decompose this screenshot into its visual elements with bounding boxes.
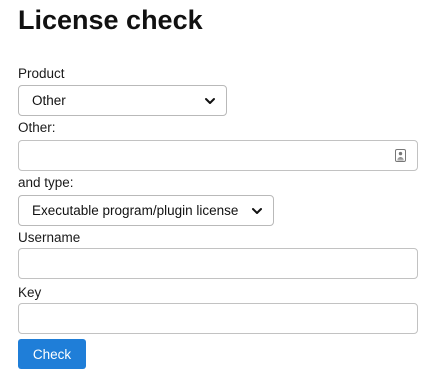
other-input[interactable] <box>19 141 417 170</box>
other-label: Other: <box>18 120 56 135</box>
other-field[interactable] <box>18 140 418 171</box>
chevron-down-icon <box>251 205 263 217</box>
username-field[interactable] <box>18 248 418 279</box>
key-field[interactable] <box>18 303 418 334</box>
username-input[interactable] <box>19 249 417 278</box>
product-label: Product <box>18 66 65 81</box>
type-label: and type: <box>18 175 74 190</box>
product-select-value: Other <box>32 93 66 108</box>
key-input[interactable] <box>19 304 417 333</box>
product-select[interactable]: Other <box>18 85 227 116</box>
check-button[interactable]: Check <box>18 339 86 369</box>
username-label: Username <box>18 230 81 245</box>
contact-card-icon[interactable] <box>395 149 406 162</box>
type-select[interactable]: Executable program/plugin license <box>18 195 274 226</box>
page-title: License check <box>18 5 203 35</box>
key-label: Key <box>18 285 42 300</box>
type-select-value: Executable program/plugin license <box>32 203 239 218</box>
chevron-down-icon <box>204 95 216 107</box>
